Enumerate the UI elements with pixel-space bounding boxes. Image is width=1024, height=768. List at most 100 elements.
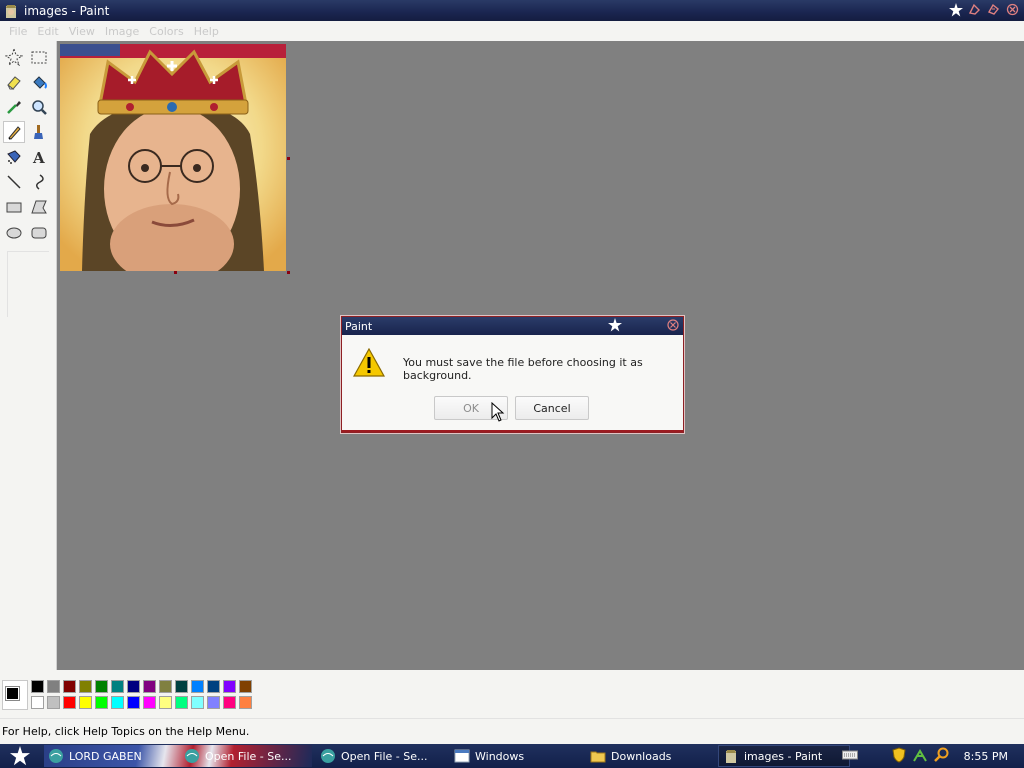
resize-handle-bottom[interactable]	[174, 271, 177, 274]
close-icon[interactable]	[1005, 2, 1020, 17]
minimize-icon[interactable]	[967, 2, 982, 17]
color-swatch[interactable]	[159, 680, 172, 693]
start-button[interactable]	[0, 744, 40, 768]
eraser-icon	[7, 76, 21, 90]
dialog-title-bar[interactable]: Paint	[342, 317, 683, 335]
rect-select-icon	[31, 51, 47, 64]
color-swatch[interactable]	[207, 696, 220, 709]
shield-icon[interactable]	[892, 746, 906, 766]
rectangle-tool[interactable]	[3, 196, 25, 218]
color-swatch[interactable]	[159, 696, 172, 709]
star-icon[interactable]	[948, 2, 963, 17]
color-picker-tool[interactable]	[3, 96, 25, 118]
magnifier-icon	[32, 100, 47, 115]
color-swatch[interactable]	[143, 680, 156, 693]
brush-tool[interactable]	[28, 121, 50, 143]
status-help-text: For Help, click Help Topics on the Help …	[2, 725, 250, 738]
airbrush-tool[interactable]	[3, 146, 25, 168]
menu-colors[interactable]: Colors	[144, 25, 188, 38]
rect-select-tool[interactable]	[28, 46, 50, 68]
color-swatch[interactable]	[223, 696, 236, 709]
color-swatch[interactable]	[31, 696, 44, 709]
color-swatch[interactable]	[127, 696, 140, 709]
free-form-select-icon	[5, 48, 23, 66]
search-icon[interactable]	[933, 747, 950, 766]
canvas-image[interactable]	[60, 44, 286, 271]
tool-options-box[interactable]	[7, 251, 49, 317]
taskbar: LORD GABEN Open File - Se... Open File -…	[0, 744, 1024, 768]
ellipse-tool[interactable]	[3, 221, 25, 243]
color-swatch[interactable]	[223, 680, 236, 693]
curve-tool[interactable]	[28, 171, 50, 193]
color-swatch[interactable]	[111, 696, 124, 709]
resize-handle-corner[interactable]	[287, 271, 290, 274]
rounded-rect-icon	[31, 227, 47, 239]
dialog-message: You must save the file before choosing i…	[403, 356, 643, 382]
line-tool[interactable]	[3, 171, 25, 193]
current-colors[interactable]	[2, 680, 28, 710]
keyboard-icon[interactable]	[841, 749, 858, 764]
taskbar-item-windows[interactable]: Windows	[450, 745, 580, 767]
dialog-close-icon[interactable]	[667, 319, 679, 334]
cancel-button[interactable]: Cancel	[515, 396, 589, 420]
color-swatch[interactable]	[127, 680, 140, 693]
color-swatch[interactable]	[79, 696, 92, 709]
title-bar[interactable]: images - Paint	[0, 0, 1024, 21]
taskbar-item-label: images - Paint	[744, 749, 823, 763]
color-swatch[interactable]	[31, 680, 44, 693]
pencil-icon	[8, 126, 21, 140]
curve-icon	[36, 174, 44, 190]
paint-app-icon	[6, 4, 16, 18]
dialog-star-icon[interactable]	[608, 318, 622, 335]
maximize-icon[interactable]	[986, 2, 1001, 17]
menu-image[interactable]: Image	[100, 25, 144, 38]
color-swatch[interactable]	[95, 696, 108, 709]
taskbar-item-open-file-1[interactable]: Open File - Se...	[180, 745, 310, 767]
rectangle-icon	[6, 202, 22, 213]
taskbar-item-downloads[interactable]: Downloads	[586, 745, 716, 767]
toolbox: A	[0, 41, 57, 670]
color-swatch[interactable]	[95, 680, 108, 693]
rounded-rect-tool[interactable]	[28, 221, 50, 243]
color-swatch[interactable]	[175, 680, 188, 693]
browser-icon	[49, 749, 63, 763]
network-icon[interactable]	[912, 747, 928, 766]
menu-edit[interactable]: Edit	[32, 25, 63, 38]
taskbar-item-label: Downloads	[611, 749, 672, 763]
pencil-tool[interactable]	[3, 121, 25, 143]
resize-handle-right[interactable]	[287, 157, 290, 160]
status-bar: For Help, click Help Topics on the Help …	[0, 718, 1024, 744]
start-star-icon	[10, 746, 30, 766]
color-swatch[interactable]	[63, 680, 76, 693]
taskbar-item-open-file-2[interactable]: Open File - Se...	[316, 745, 446, 767]
text-tool[interactable]: A	[28, 146, 50, 168]
color-swatch[interactable]	[47, 680, 60, 693]
color-swatch[interactable]	[239, 680, 252, 693]
magnifier-tool[interactable]	[28, 96, 50, 118]
window-icon	[454, 749, 470, 763]
free-form-select-tool[interactable]	[3, 46, 25, 68]
color-swatch[interactable]	[143, 696, 156, 709]
menu-view[interactable]: View	[64, 25, 100, 38]
color-swatch[interactable]	[47, 696, 60, 709]
menu-file[interactable]: File	[4, 25, 32, 38]
color-swatch[interactable]	[191, 680, 204, 693]
color-swatch[interactable]	[111, 680, 124, 693]
color-swatch[interactable]	[175, 696, 188, 709]
taskbar-item-images-paint[interactable]: images - Paint	[718, 745, 850, 767]
fill-tool[interactable]	[28, 71, 50, 93]
foreground-color	[5, 686, 20, 701]
taskbar-item-label: LORD GABEN	[69, 749, 142, 763]
menu-help[interactable]: Help	[189, 25, 224, 38]
color-swatch[interactable]	[63, 696, 76, 709]
color-swatch[interactable]	[79, 680, 92, 693]
taskbar-item-label: Windows	[475, 749, 525, 763]
eraser-tool[interactable]	[3, 71, 25, 93]
color-swatch[interactable]	[207, 680, 220, 693]
clock[interactable]: 8:55 PM	[964, 750, 1008, 763]
fill-icon	[33, 76, 47, 89]
airbrush-icon	[7, 150, 21, 164]
color-swatch[interactable]	[191, 696, 204, 709]
color-swatch[interactable]	[239, 696, 252, 709]
polygon-tool[interactable]	[28, 196, 50, 218]
